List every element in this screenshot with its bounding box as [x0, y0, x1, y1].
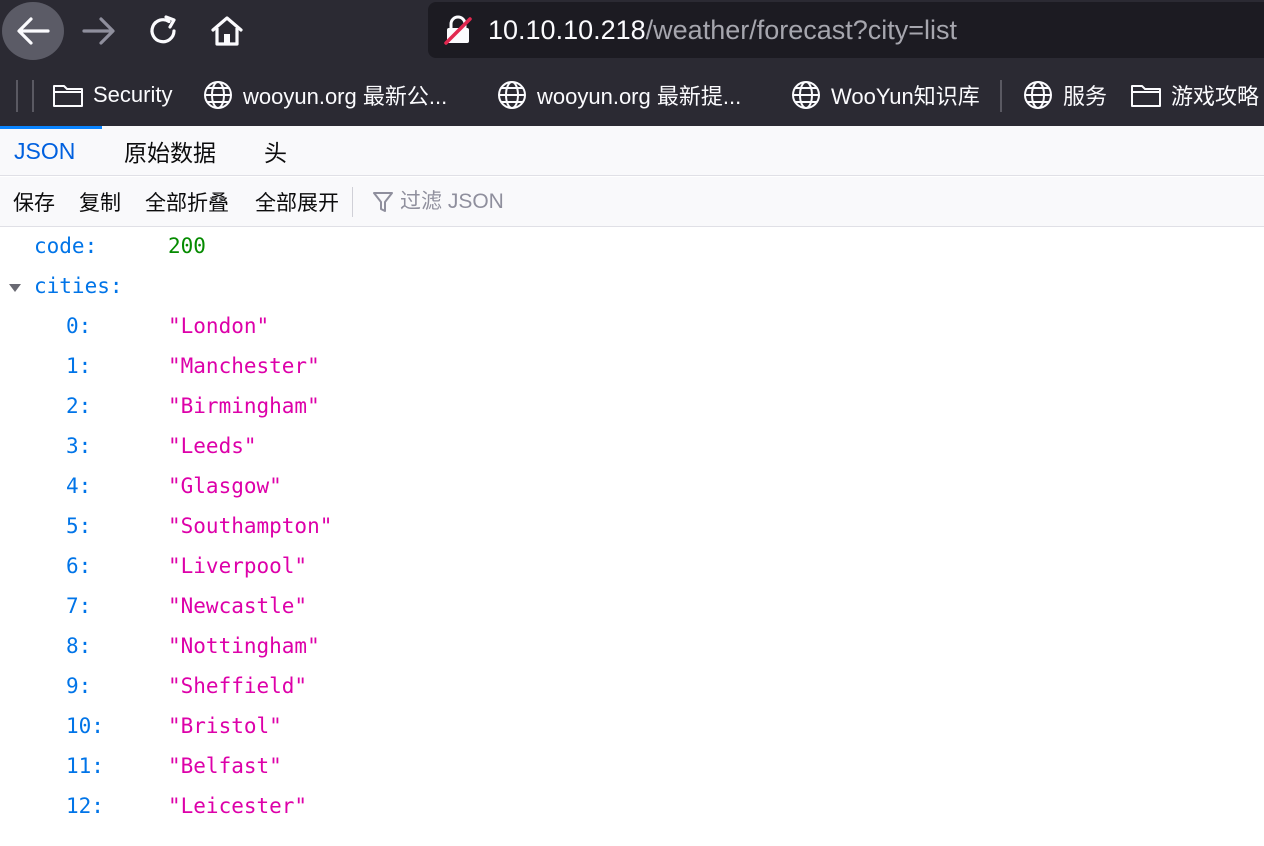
arrow-left-icon [17, 17, 50, 45]
json-string-value: "London" [168, 314, 270, 338]
json-string-value: "Manchester" [168, 354, 320, 378]
address-bar[interactable]: 10.10.10.218/weather/forecast?city=list [428, 2, 1264, 58]
json-viewer-tabs: JSON 原始数据 头 [0, 126, 1264, 176]
bookmark-services[interactable]: 服务 [1022, 64, 1107, 126]
json-row-code[interactable]: code: 200 [0, 228, 1264, 268]
json-row-city[interactable]: 12: "Leicester" [0, 788, 1264, 828]
json-row-city[interactable]: 0: "London" [0, 308, 1264, 348]
json-string-value: "Nottingham" [168, 634, 320, 658]
json-index-key: 8: [66, 634, 92, 658]
json-string-value: "Newcastle" [168, 594, 308, 618]
filter-box[interactable] [372, 177, 772, 226]
bookmark-label: WooYun知识库 [831, 84, 980, 109]
back-button[interactable] [2, 2, 64, 60]
tab-json[interactable]: JSON [0, 126, 102, 176]
folder-icon [53, 85, 83, 107]
json-key: cities: [34, 274, 123, 298]
json-row-city[interactable]: 8: "Nottingham" [0, 628, 1264, 668]
globe-icon [792, 81, 820, 109]
json-row-city[interactable]: 2: "Birmingham" [0, 388, 1264, 428]
reload-button[interactable] [132, 2, 194, 60]
tab-label: JSON [14, 137, 76, 164]
reload-icon [150, 15, 176, 44]
url-path: /weather/forecast?city=list [645, 14, 958, 45]
tab-label: 头 [264, 140, 287, 166]
bookmark-label: wooyun.org 最新公... [243, 84, 448, 109]
expand-triangle-icon[interactable] [8, 283, 22, 293]
bookmark-label: 服务 [1063, 84, 1108, 109]
json-row-city[interactable]: 1: "Manchester" [0, 348, 1264, 388]
insecure-lock-icon[interactable] [444, 15, 472, 45]
json-index-key: 2: [66, 394, 92, 418]
json-index-key: 9: [66, 674, 92, 698]
bookmark-wooyun-knowledge-base[interactable]: WooYun知识库 [790, 64, 980, 126]
arrow-right-icon [82, 17, 115, 45]
navigation-toolbar: 10.10.10.218/weather/forecast?city=list [0, 0, 1264, 64]
json-index-key: 6: [66, 554, 92, 578]
home-button[interactable] [196, 2, 258, 60]
json-index-key: 10: [66, 714, 104, 738]
json-row-city[interactable]: 10: "Bristol" [0, 708, 1264, 748]
json-string-value: "Southampton" [168, 514, 333, 538]
save-button[interactable]: 保存 [13, 177, 55, 226]
globe-icon [498, 81, 526, 109]
url-host: 10.10.10.218 [488, 14, 646, 45]
json-row-city[interactable]: 11: "Belfast" [0, 748, 1264, 788]
bookmark-wooyun-latest-public[interactable]: wooyun.org 最新公... [202, 64, 447, 126]
json-index-key: 0: [66, 314, 92, 338]
bookmarks-separator [32, 80, 34, 112]
json-toolbar: 保存 复制 全部折叠 全部展开 [0, 177, 1264, 227]
filter-json-input[interactable] [400, 189, 760, 214]
bookmarks-toolbar: Security wooyun.org 最新公... wooyun.org 最新… [0, 64, 1264, 126]
json-index-key: 1: [66, 354, 92, 378]
json-row-city[interactable]: 6: "Liverpool" [0, 548, 1264, 588]
filter-icon [373, 191, 393, 212]
bookmark-game-guides-folder[interactable]: 游戏攻略 [1130, 64, 1259, 126]
json-string-value: "Leeds" [168, 434, 257, 458]
json-index-key: 11: [66, 754, 104, 778]
copy-button[interactable]: 复制 [79, 177, 121, 226]
home-icon [211, 16, 243, 46]
json-index-key: 5: [66, 514, 92, 538]
bookmark-label: wooyun.org 最新提... [537, 84, 742, 109]
json-row-cities[interactable]: cities: [0, 268, 1264, 308]
url-text[interactable]: 10.10.10.218/weather/forecast?city=list [488, 15, 957, 46]
json-index-key: 7: [66, 594, 92, 618]
json-row-city[interactable]: 7: "Newcastle" [0, 588, 1264, 628]
json-tree: code: 200 cities: 0: "London" 1: "Mancheste… [0, 228, 1264, 846]
json-string-value: "Sheffield" [168, 674, 308, 698]
json-string-value: "Birmingham" [168, 394, 320, 418]
json-string-value: "Liverpool" [168, 554, 308, 578]
expand-all-button[interactable]: 全部展开 [255, 177, 339, 226]
tab-raw-data[interactable]: 原始数据 [110, 126, 230, 176]
json-string-value: "Glasgow" [168, 474, 282, 498]
toolbar-separator [352, 187, 353, 217]
folder-icon [1131, 85, 1161, 107]
collapse-all-button[interactable]: 全部折叠 [145, 177, 229, 226]
globe-icon [204, 81, 232, 109]
json-index-key: 3: [66, 434, 92, 458]
bookmark-wooyun-latest-submitted[interactable]: wooyun.org 最新提... [496, 64, 741, 126]
bookmark-label: 游戏攻略 [1171, 84, 1260, 109]
json-string-value: "Belfast" [168, 754, 282, 778]
json-row-city[interactable]: 9: "Sheffield" [0, 668, 1264, 708]
json-index-key: 4: [66, 474, 92, 498]
bookmark-security-folder[interactable]: Security [52, 64, 172, 126]
bookmarks-separator [16, 80, 18, 112]
json-index-key: 12: [66, 794, 104, 818]
json-string-value: "Bristol" [168, 714, 282, 738]
json-row-city[interactable]: 5: "Southampton" [0, 508, 1264, 548]
json-key: code: [34, 234, 98, 258]
json-number-value: 200 [168, 234, 206, 258]
bookmark-label: Security [93, 82, 173, 107]
globe-icon [1024, 81, 1052, 109]
json-row-city[interactable]: 3: "Leeds" [0, 428, 1264, 468]
json-string-value: "Leicester" [168, 794, 308, 818]
tab-label: 原始数据 [124, 140, 216, 166]
bookmarks-separator [1000, 80, 1002, 112]
json-row-city[interactable]: 4: "Glasgow" [0, 468, 1264, 508]
forward-button[interactable] [68, 2, 130, 60]
tab-headers[interactable]: 头 [250, 126, 301, 176]
